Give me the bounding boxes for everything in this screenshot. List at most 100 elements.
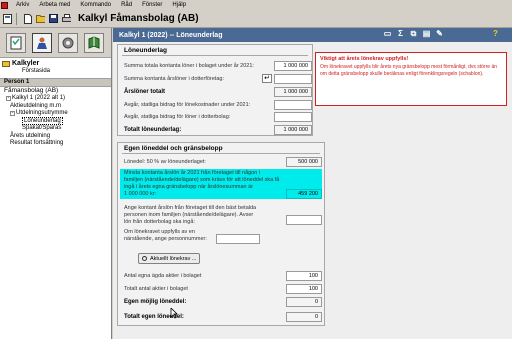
mouse-cursor-icon [170,307,178,322]
tree-item-label: Resultat fortsättning [10,140,64,146]
calculation-icon[interactable] [6,32,26,53]
menu-arbeta-med[interactable]: Arbeta med [34,0,75,10]
annual-salaries-total-label: Årslöner totalt [124,89,166,95]
tree-item-label: Kalkyl 1 (2022 alt 1) [12,95,66,101]
app-title: Kalkyl Fåmansbolag (AB) [78,13,199,24]
minimum-salary-line-3: ingå i årets egna gränsbelopp när årslön… [124,184,254,190]
menu-fonster[interactable]: Fönster [137,0,167,10]
print-icon[interactable] [61,13,72,24]
wage-share-value: 500 000 [286,157,322,167]
minus-icon[interactable]: - [10,111,15,116]
minimum-salary-line-1: Minsta kontanta årslön år 2021 från före… [124,170,261,176]
folder-icon [2,61,10,67]
tree-item-resultat[interactable]: Resultat fortsättning [2,140,109,148]
wage-share-label: Lönedel: 50 % av löneunderlaget: [124,159,206,165]
tree-item-label: Löneunderlag [22,116,63,125]
help-book-icon[interactable] [84,32,104,53]
window-title-bar: Kalkyl 1 (2022) -- Löneunderlag ▭ Σ ⧉ ▤ … [113,28,512,42]
subsidiary-salaries-input[interactable] [274,74,312,84]
menu-rad[interactable]: Råd [116,0,137,10]
current-salary-requirement-button[interactable]: Aktuellt lönekrav ... [138,253,200,264]
copy-icon[interactable]: ⧉ [409,29,418,38]
menu-hjalp[interactable]: Hjälp [167,0,191,10]
tree-item-person-1[interactable]: Person 1 [0,77,111,87]
navigation-tree: Kalkyler Förstasida Person 1 Fåmansbolag… [0,58,111,150]
annual-salaries-total-value: 1 000 000 [274,87,312,97]
tree-item-label: Kalkyler [12,60,40,67]
own-salary-input[interactable] [286,215,322,225]
calculator-icon[interactable] [2,13,13,24]
tree-item-loneunderlag[interactable]: Löneunderlag [2,116,109,126]
group-divider [122,153,320,154]
edit-icon[interactable]: ✎ [435,29,444,38]
group-title: Löneunderlag [124,47,167,54]
tree-item-kalkyl-1[interactable]: - Kalkyl 1 (2022 alt 1) [2,95,109,103]
related-person-label-2: närstående, ange personnummer: [124,236,207,242]
tree-item-aktieutdelning[interactable]: Aktieutdelning m.m [2,103,109,111]
total-salaries-input[interactable]: 1 000 000 [274,61,312,71]
possible-wage-share-value: 0 [286,297,322,307]
toolbar: Kalkyl Fåmansbolag (AB) [0,10,512,28]
group-title: Egen löneddel och gränsbelopp [124,145,223,152]
tree-item-famansbolag[interactable]: Fåmansbolag (AB) [2,87,109,95]
total-own-wage-share-value: 0 [286,312,322,322]
warning-box: Viktigt att årets lönekrav uppfylls! Om … [315,52,507,106]
search-icon [142,256,147,261]
total-wage-base-label: Totalt löneunderlag: [124,127,182,133]
tree-item-label: Aktieutdelning m.m [10,102,62,109]
total-shares-label: Totalt antal aktier i bolaget [124,286,188,292]
own-salary-label-1: Ange kontant årslön från företaget till … [124,205,257,211]
save-icon[interactable] [48,13,59,24]
tree-item-label: Förstasida [22,68,51,74]
egen-loneddel-group: Egen löneddel och gränsbelopp Lönedel: 5… [117,142,325,326]
navigation-iconbar [0,28,111,58]
new-document-icon[interactable] [22,13,33,24]
subsidiary-salaries-label: Summa kontanta årslöner i dotterföretag: [124,76,224,82]
tree-item-label: Årets utdelning [10,132,51,139]
button-label: Aktuellt lönekrav ... [150,255,197,262]
state-grants-input[interactable] [274,100,312,110]
window-title: Kalkyl 1 (2022) -- Löneunderlag [119,31,223,39]
tree-item-spakat[interactable]: Spakat/Sparas [2,125,109,133]
content-area: Löneunderlag Summa totala kontanta löner… [113,42,512,339]
window-toolbar: ▭ Σ ⧉ ▤ ✎ [379,29,444,38]
total-salaries-label: Summa totala kontanta löner i bolaget un… [124,63,254,69]
tree-item-label: Spakat/Sparas [22,125,62,131]
person-icon[interactable] [32,32,52,53]
subsidiary-grants-label: Avgår, statliga bidrag för löner i dotte… [124,114,231,120]
possible-wage-share-label: Egen möjlig löneddel: [124,299,187,305]
tree-item-forstasida[interactable]: Förstasida [2,68,109,76]
tree-item-arets-utdelning[interactable]: Årets utdelning [2,133,109,141]
open-folder-icon[interactable] [35,13,46,24]
settings-icon[interactable] [58,32,78,53]
paste-icon[interactable]: ▤ [422,29,431,38]
own-shares-input[interactable]: 100 [286,271,322,281]
minimum-salary-line-4: 1 000 000 kr: [124,191,157,197]
tree-item-label: Utdelningsutrymme [16,110,68,116]
tree-item-label: Person 1 [4,78,30,85]
subsidiary-grants-input[interactable] [274,112,312,122]
own-salary-label-3: lön från dotterbolag ska ingå: [124,219,195,225]
navigation-panel: Kalkyler Förstasida Person 1 Fåmansbolag… [0,28,112,339]
help-icon[interactable]: ? [491,29,500,38]
enter-icon[interactable]: ↵ [262,74,272,83]
warning-text: Om lönekravet uppfylls blir årets nya gr… [320,64,498,77]
menu-arkiv[interactable]: Arkiv [11,0,34,10]
toolbar-separator [16,12,17,25]
own-shares-label: Antal egna ägda aktier i bolaget [124,273,202,279]
sum-icon[interactable]: Σ [396,29,405,38]
screen-icon[interactable]: ▭ [383,29,392,38]
tree-item-label: Fåmansbolag (AB) [4,87,59,94]
tree-item-kalkyler[interactable]: Kalkyler [2,60,109,68]
own-salary-label-2: personen inom familjen (närstående/deläg… [124,212,254,218]
total-shares-input[interactable]: 100 [286,284,322,294]
personal-number-input[interactable] [216,234,260,244]
menu-bar: Arkiv Arbeta med Kommando Råd Fönster Hj… [0,0,512,10]
app-icon[interactable] [1,1,8,9]
minimum-salary-value: 459 200 [286,189,322,199]
minus-icon[interactable]: - [6,96,11,101]
minimum-salary-line-2: familjen (närstående/delägare) som krävs… [124,177,280,183]
loneunderlag-group: Löneunderlag Summa totala kontanta löner… [117,44,313,136]
menu-kommando[interactable]: Kommando [75,0,116,10]
total-wage-base-value: 1 000 000 [274,125,312,135]
